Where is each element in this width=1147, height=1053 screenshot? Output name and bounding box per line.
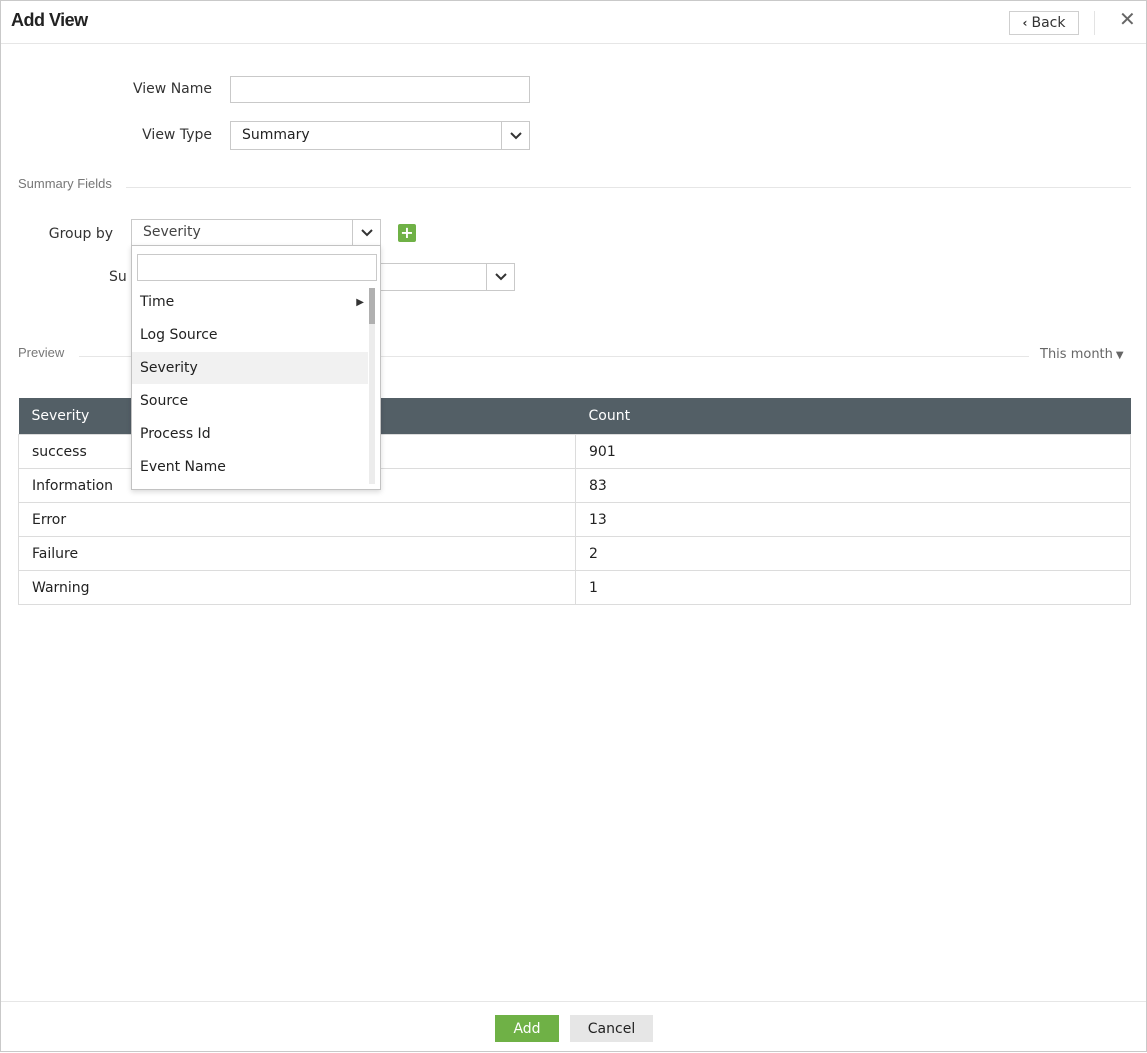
group-by-value: Severity (143, 224, 201, 240)
close-icon[interactable]: ✕ (1119, 7, 1136, 31)
count-cell: 83 (575, 468, 1131, 503)
count-cell: 13 (575, 502, 1131, 537)
view-name-input[interactable] (230, 76, 530, 103)
plus-icon: + (400, 223, 414, 242)
table-row: Warning 1 (18, 570, 1131, 605)
dialog-header: Add View ‹ Back ✕ (1, 1, 1146, 44)
count-cell: 2 (575, 536, 1131, 571)
add-group-by-button[interactable]: + (398, 224, 416, 242)
dropdown-item-label: Event Name (140, 459, 226, 475)
group-by-dropdown: Time ▶ Log Source Severity Source Proces… (131, 245, 381, 490)
chevron-down-icon (352, 220, 380, 245)
dropdown-search-input[interactable] (137, 254, 377, 281)
view-type-select[interactable]: Summary (230, 121, 530, 150)
add-view-dialog: Add View ‹ Back ✕ View Name View Type Su… (0, 0, 1147, 1052)
dropdown-item-severity[interactable]: Severity (132, 352, 368, 384)
table-row: Error 13 (18, 502, 1131, 537)
summary-function-select[interactable] (371, 263, 515, 291)
dropdown-item-event-name[interactable]: Event Name (132, 451, 368, 483)
dropdown-item-label: Source (140, 393, 189, 409)
dropdown-item-log-source[interactable]: Log Source (132, 319, 368, 351)
column-header-count[interactable]: Count (575, 398, 1131, 435)
dropdown-item-process-id[interactable]: Process Id (132, 418, 368, 450)
view-type-value: Summary (242, 127, 310, 143)
dropdown-scrollbar[interactable] (369, 288, 375, 484)
chevron-down-icon (501, 122, 529, 149)
caret-right-icon: ▶ (356, 296, 364, 308)
cancel-button[interactable]: Cancel (570, 1015, 653, 1042)
severity-cell: Warning (18, 570, 576, 605)
summary-fields-title: Summary Fields (18, 176, 112, 191)
group-by-label: Group by (48, 226, 113, 242)
chevron-down-icon (486, 264, 514, 290)
summary-divider (126, 187, 1131, 188)
group-by-select[interactable]: Severity (131, 219, 381, 246)
view-type-label: View Type (142, 127, 212, 143)
view-name-label: View Name (133, 81, 212, 97)
count-cell: 901 (575, 434, 1131, 469)
date-range-selector[interactable]: This month ▼ (1040, 347, 1124, 362)
dropdown-item-label: Time (140, 294, 175, 310)
back-button-label: Back (1031, 15, 1066, 31)
dropdown-scrollbar-thumb[interactable] (369, 288, 375, 324)
chevron-left-icon: ‹ (1022, 16, 1028, 30)
header-divider (1094, 11, 1095, 35)
count-cell: 1 (575, 570, 1131, 605)
preview-title: Preview (18, 345, 65, 360)
dropdown-item-label: Process Id (140, 426, 211, 442)
dialog-title: Add View (11, 10, 88, 30)
back-button[interactable]: ‹ Back (1009, 11, 1079, 35)
dropdown-item-label: Severity (140, 360, 198, 376)
dropdown-item-source[interactable]: Source (132, 385, 368, 417)
table-row: Failure 2 (18, 536, 1131, 571)
severity-cell: Error (18, 502, 576, 537)
caret-down-icon: ▼ (1115, 350, 1124, 361)
severity-cell: Failure (18, 536, 576, 571)
dropdown-item-label: Log Source (140, 327, 218, 343)
date-range-label: This month (1040, 347, 1113, 362)
add-button[interactable]: Add (495, 1015, 559, 1042)
dropdown-item-time[interactable]: Time ▶ (132, 286, 368, 318)
